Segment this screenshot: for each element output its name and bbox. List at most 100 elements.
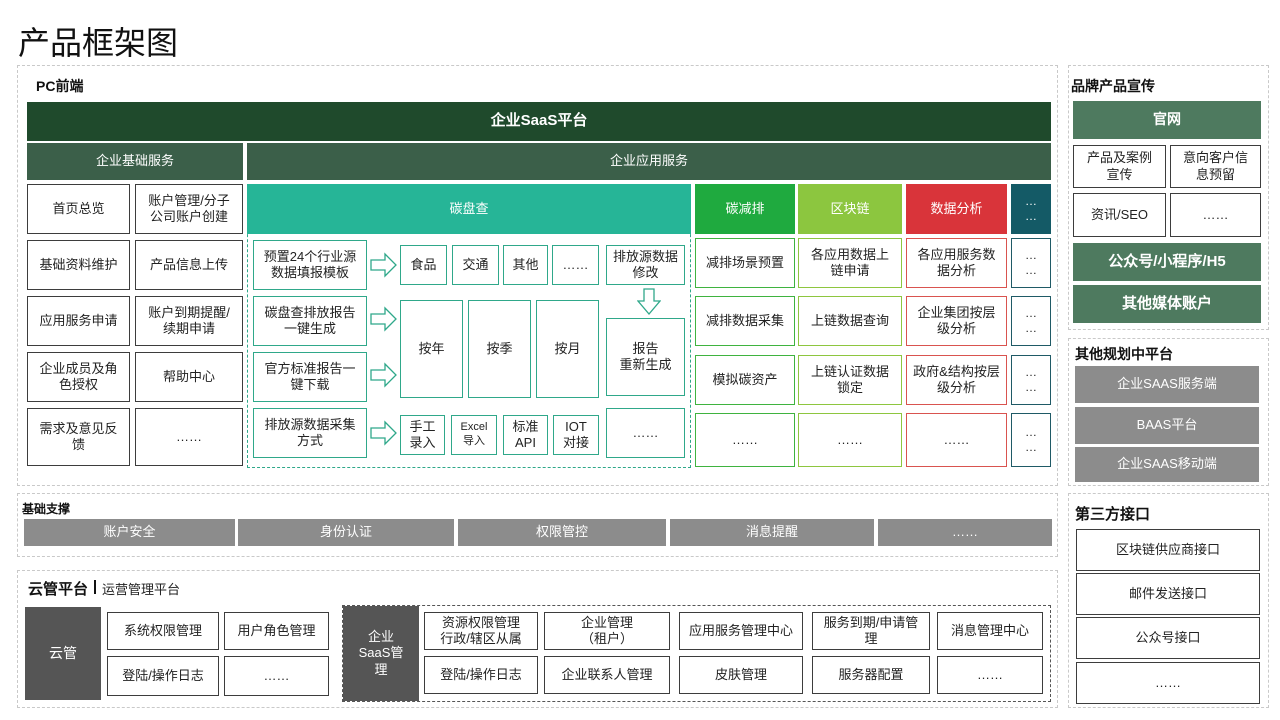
analysis-gov[interactable]: 政府&结构按层级分析 bbox=[906, 355, 1007, 405]
industry-traffic[interactable]: 交通 bbox=[452, 245, 499, 285]
check-report-download[interactable]: 官方标准报告一键下载 bbox=[253, 352, 367, 402]
check-collect-method[interactable]: 排放源数据采集方式 bbox=[253, 408, 367, 458]
saas-server-config[interactable]: 服务器配置 bbox=[812, 656, 930, 694]
app-services-header: 企业应用服务 bbox=[247, 143, 1051, 180]
page-title: 产品框架图 bbox=[18, 25, 179, 61]
check-template[interactable]: 预置24个行业源数据填报模板 bbox=[253, 240, 367, 290]
collect-api[interactable]: 标准 API bbox=[503, 415, 548, 455]
cloud-label: 云管平台 bbox=[28, 581, 89, 598]
saas-message-center[interactable]: 消息管理中心 bbox=[937, 612, 1043, 650]
basic-item-help[interactable]: 帮助中心 bbox=[135, 352, 243, 402]
more-column-item: … … bbox=[1011, 238, 1051, 288]
saas-more: …… bbox=[937, 656, 1043, 694]
basic-item-account[interactable]: 账户管理/分子公司账户创建 bbox=[135, 184, 243, 234]
support-identity[interactable]: 身份认证 bbox=[238, 519, 454, 546]
basic-item-renewal[interactable]: 账户到期提醒/续期申请 bbox=[135, 296, 243, 346]
support-message[interactable]: 消息提醒 bbox=[670, 519, 874, 546]
arrow-down-icon bbox=[637, 288, 661, 316]
report-regenerate[interactable]: 报告 重新生成 bbox=[606, 318, 685, 396]
brand-label: 品牌产品宣传 bbox=[1071, 78, 1155, 94]
arrow-right-icon bbox=[370, 362, 397, 388]
saas-skin-mgmt[interactable]: 皮肤管理 bbox=[679, 656, 803, 694]
saas-tenant-mgmt[interactable]: 企业管理 （租户） bbox=[544, 612, 670, 650]
support-account-security[interactable]: 账户安全 bbox=[24, 519, 235, 546]
website-button[interactable]: 官网 bbox=[1073, 101, 1261, 139]
basic-services-header: 企业基础服务 bbox=[27, 143, 243, 180]
cloud-divider bbox=[94, 580, 97, 594]
basic-item-feedback[interactable]: 需求及意见反馈 bbox=[27, 408, 130, 466]
basic-item-product-upload[interactable]: 产品信息上传 bbox=[135, 240, 243, 290]
period-year[interactable]: 按年 bbox=[400, 300, 463, 398]
saas-platform-header: 企业SaaS平台 bbox=[27, 102, 1051, 141]
mini-program-button[interactable]: 公众号/小程序/H5 bbox=[1073, 243, 1261, 281]
more-column-item: … … bbox=[1011, 355, 1051, 405]
collect-manual[interactable]: 手工 录入 bbox=[400, 415, 445, 455]
brand-item-more: …… bbox=[1170, 193, 1261, 237]
third-party-label: 第三方接口 bbox=[1075, 506, 1151, 523]
chain-apply[interactable]: 各应用数据上链申请 bbox=[798, 238, 902, 288]
chain-query[interactable]: 上链数据查询 bbox=[798, 296, 902, 346]
platform-saas-server[interactable]: 企业SAAS服务端 bbox=[1075, 366, 1259, 403]
brand-item-cases[interactable]: 产品及案例宣传 bbox=[1073, 145, 1166, 188]
other-platform-label: 其他规划中平台 bbox=[1075, 346, 1173, 362]
collect-excel[interactable]: Excel 导入 bbox=[451, 415, 497, 455]
api-more: …… bbox=[1076, 662, 1260, 704]
platform-saas-mobile[interactable]: 企业SAAS移动端 bbox=[1075, 447, 1259, 482]
saas-contact-mgmt[interactable]: 企业联系人管理 bbox=[544, 656, 670, 694]
analysis-app[interactable]: 各应用服务数据分析 bbox=[906, 238, 1007, 288]
pc-frontend-label: PC前端 bbox=[36, 78, 84, 94]
cloud-title: 云管平台 运营管理平台 bbox=[28, 578, 180, 599]
api-mail[interactable]: 邮件发送接口 bbox=[1076, 573, 1260, 615]
brand-item-seo[interactable]: 资讯/SEO bbox=[1073, 193, 1166, 237]
basic-item-more: …… bbox=[135, 408, 243, 466]
data-analysis-header[interactable]: 数据分析 bbox=[906, 184, 1007, 234]
collect-iot[interactable]: IOT 对接 bbox=[553, 415, 599, 455]
saas-resource-permission[interactable]: 资源权限管理 行政/辖区从属 bbox=[424, 612, 538, 650]
support-permission[interactable]: 权限管控 bbox=[458, 519, 666, 546]
reduce-scene[interactable]: 减排场景预置 bbox=[695, 238, 795, 288]
cloud-user-role[interactable]: 用户角色管理 bbox=[224, 612, 329, 650]
carbon-check-header[interactable]: 碳盘查 bbox=[247, 184, 691, 234]
cloud-sub-label: 运营管理平台 bbox=[102, 582, 181, 597]
blockchain-header[interactable]: 区块链 bbox=[798, 184, 902, 234]
media-accounts-button[interactable]: 其他媒体账户 bbox=[1073, 285, 1261, 323]
industry-more: …… bbox=[552, 245, 599, 285]
basic-item-base-data[interactable]: 基础资料维护 bbox=[27, 240, 130, 290]
base-support-label: 基础支撑 bbox=[22, 502, 71, 516]
cloud-more: …… bbox=[224, 656, 329, 696]
industry-other[interactable]: 其他 bbox=[503, 245, 548, 285]
period-month[interactable]: 按月 bbox=[536, 300, 599, 398]
saas-app-center[interactable]: 应用服务管理中心 bbox=[679, 612, 803, 650]
basic-item-members[interactable]: 企业成员及角色授权 bbox=[27, 352, 130, 402]
reduce-collect[interactable]: 减排数据采集 bbox=[695, 296, 795, 346]
basic-item-home[interactable]: 首页总览 bbox=[27, 184, 130, 234]
analysis-group[interactable]: 企业集团按层级分析 bbox=[906, 296, 1007, 346]
chain-more: …… bbox=[798, 413, 902, 467]
saas-login-log[interactable]: 登陆/操作日志 bbox=[424, 656, 538, 694]
emission-modify[interactable]: 排放源数据修改 bbox=[606, 245, 685, 285]
cloud-mgmt-block[interactable]: 云管 bbox=[25, 607, 101, 700]
saas-mgmt-block[interactable]: 企业 SaaS管 理 bbox=[343, 606, 419, 701]
carbon-reduce-header[interactable]: 碳减排 bbox=[695, 184, 795, 234]
analysis-more: …… bbox=[906, 413, 1007, 467]
api-blockchain-vendor[interactable]: 区块链供应商接口 bbox=[1076, 529, 1260, 571]
period-quarter[interactable]: 按季 bbox=[468, 300, 531, 398]
industry-food[interactable]: 食品 bbox=[400, 245, 447, 285]
more-column-item: … … bbox=[1011, 413, 1051, 467]
collect-more: …… bbox=[606, 408, 685, 458]
api-wechat[interactable]: 公众号接口 bbox=[1076, 617, 1260, 659]
more-column-header: … … bbox=[1011, 184, 1051, 234]
support-more: …… bbox=[878, 519, 1052, 546]
reduce-asset[interactable]: 模拟碳资产 bbox=[695, 355, 795, 405]
cloud-login-log[interactable]: 登陆/操作日志 bbox=[107, 656, 219, 696]
arrow-right-icon bbox=[370, 420, 397, 446]
basic-item-apply[interactable]: 应用服务申请 bbox=[27, 296, 130, 346]
platform-baas[interactable]: BAAS平台 bbox=[1075, 407, 1259, 444]
brand-item-leads[interactable]: 意向客户信息预留 bbox=[1170, 145, 1261, 188]
check-report-generate[interactable]: 碳盘查排放报告一键生成 bbox=[253, 296, 367, 346]
chain-lock[interactable]: 上链认证数据锁定 bbox=[798, 355, 902, 405]
more-column-item: … … bbox=[1011, 296, 1051, 346]
reduce-more: …… bbox=[695, 413, 795, 467]
saas-expiry-mgmt[interactable]: 服务到期/申请管理 bbox=[812, 612, 930, 650]
cloud-system-permission[interactable]: 系统权限管理 bbox=[107, 612, 219, 650]
